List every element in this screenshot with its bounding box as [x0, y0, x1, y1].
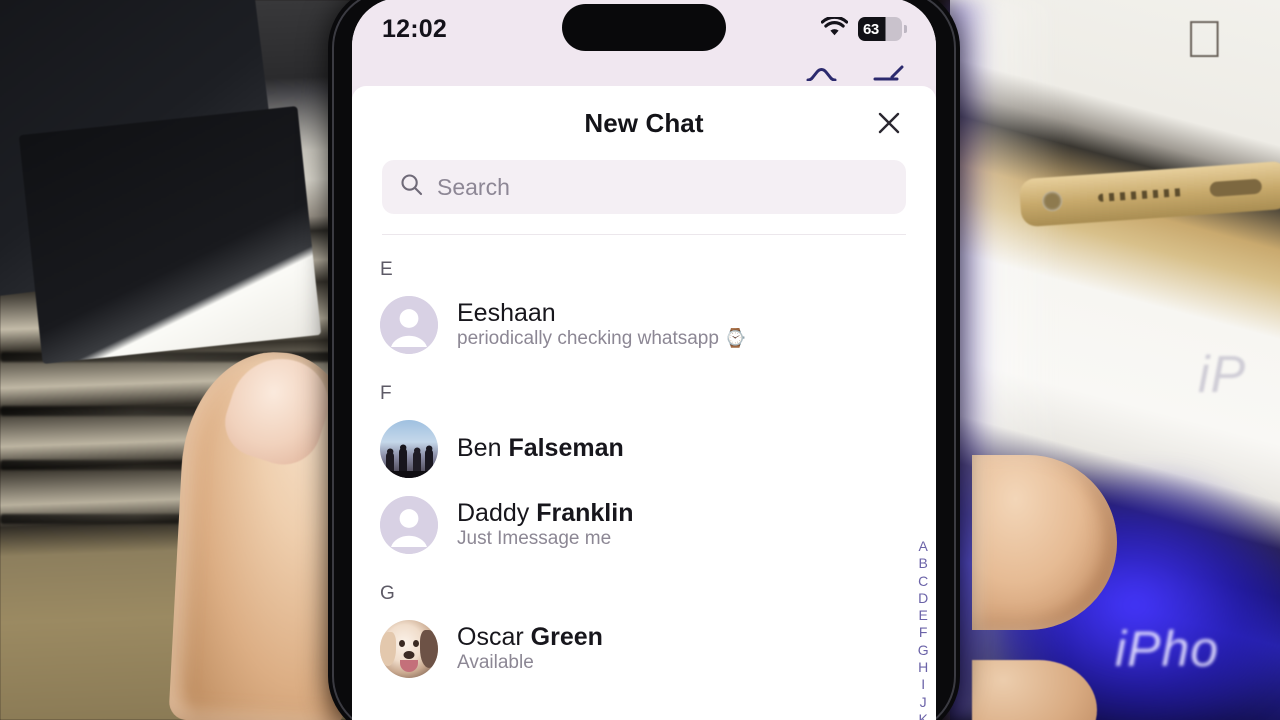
- search-icon: [400, 173, 423, 201]
- search-placeholder: Search: [437, 173, 510, 200]
- wifi-icon: [820, 15, 849, 42]
- status-bar-indicators: 63: [820, 15, 907, 42]
- alpha-index-letter-F[interactable]: F: [919, 624, 928, 641]
- search-container: Search: [352, 160, 936, 214]
- alpha-index-letter-I[interactable]: I: [921, 676, 925, 693]
- photo-scene:  iP iPho 12:02: [0, 0, 1280, 720]
- contact-name: Eeshaan: [457, 299, 747, 328]
- contact-name: Daddy Franklin: [457, 499, 633, 528]
- battery-icon: 63: [858, 17, 907, 41]
- alpha-index-letter-C[interactable]: C: [918, 573, 928, 590]
- close-icon[interactable]: [872, 106, 906, 140]
- section-header-letter: E: [380, 259, 393, 280]
- contact-text: Daddy Franklin Just Imessage me: [457, 499, 633, 552]
- contact-last-name: Falseman: [508, 434, 624, 463]
- section-header-letter: F: [380, 383, 392, 404]
- contact-text: Ben Falseman: [457, 434, 624, 464]
- camera-icon: [806, 65, 842, 86]
- alpha-index-letter-H[interactable]: H: [918, 659, 928, 676]
- compose-icon: [872, 65, 908, 86]
- search-input[interactable]: Search: [382, 160, 906, 214]
- contact-last-name: Green: [530, 622, 603, 651]
- contact-row-ben-falseman[interactable]: Ben Falseman: [352, 411, 936, 487]
- avatar: [380, 420, 438, 478]
- peek-icon-row: [806, 65, 908, 86]
- alpha-index-letter-K[interactable]: K: [918, 711, 927, 720]
- contact-first-name: Eeshaan: [457, 298, 556, 327]
- phone-device: 12:02 63 New Chat Search E Eeshaan perio…: [328, 0, 960, 720]
- contact-text: Eeshaan periodically checking whatsapp ⌚: [457, 299, 747, 352]
- section-header-letter: G: [380, 583, 395, 604]
- contact-name: Ben Falseman: [457, 434, 624, 463]
- contact-list: E Eeshaan periodically checking whatsapp…: [352, 235, 936, 687]
- phone-screen: 12:02 63 New Chat Search E Eeshaan perio…: [352, 0, 936, 720]
- page-title: New Chat: [584, 107, 704, 138]
- battery-level-label: 63: [863, 20, 879, 38]
- status-bar-time: 12:02: [382, 14, 447, 43]
- sheet-header: New Chat: [352, 86, 936, 160]
- contact-row-eeshaan[interactable]: Eeshaan periodically checking whatsapp ⌚: [352, 287, 936, 363]
- contact-status: Just Imessage me: [457, 528, 612, 550]
- status-bar: 12:02 63: [352, 0, 936, 56]
- contact-status: Available: [457, 652, 534, 674]
- contact-first-name: Oscar: [457, 622, 524, 651]
- contact-status: periodically checking whatsapp ⌚: [457, 328, 747, 351]
- contact-first-name: Ben: [457, 434, 502, 463]
- alpha-index-letter-G[interactable]: G: [918, 642, 929, 659]
- alpha-index-letter-J[interactable]: J: [920, 694, 927, 711]
- person-icon: [380, 296, 438, 354]
- contact-text: Oscar Green Available: [457, 623, 603, 676]
- contact-name: Oscar Green: [457, 623, 603, 652]
- background-watermark-iphone-1: iP: [1198, 346, 1247, 404]
- contact-row-daddy-franklin[interactable]: Daddy Franklin Just Imessage me: [352, 487, 936, 563]
- contact-row-oscar-green[interactable]: Oscar Green Available: [352, 611, 936, 687]
- background-watermark-iphone-2: iPho: [1115, 621, 1220, 677]
- home-button-decor: [50, 159, 98, 195]
- apple-logo: : [1185, 10, 1224, 70]
- alpha-index-letter-D[interactable]: D: [918, 590, 928, 607]
- avatar: [380, 296, 438, 354]
- new-chat-sheet: New Chat Search E Eeshaan periodically c…: [352, 86, 936, 720]
- alpha-index-letter-E[interactable]: E: [918, 607, 927, 624]
- avatar: [380, 620, 438, 678]
- dog-photo-icon: [380, 632, 396, 666]
- alpha-index-letter-B[interactable]: B: [918, 555, 927, 572]
- alphabet-index[interactable]: ABCDEFGHIJKLMN: [917, 538, 929, 720]
- alpha-index-letter-A[interactable]: A: [918, 538, 927, 555]
- underlying-app-peek: [352, 56, 936, 86]
- person-icon: [380, 496, 438, 554]
- contact-last-name: Franklin: [536, 498, 634, 527]
- contact-first-name: Daddy: [457, 498, 530, 527]
- contact-status-text: periodically checking whatsapp: [457, 328, 719, 350]
- watch-icon: ⌚: [724, 328, 747, 349]
- dynamic-island: [562, 4, 726, 51]
- avatar: [380, 496, 438, 554]
- silhouette-photo-icon: [380, 444, 438, 478]
